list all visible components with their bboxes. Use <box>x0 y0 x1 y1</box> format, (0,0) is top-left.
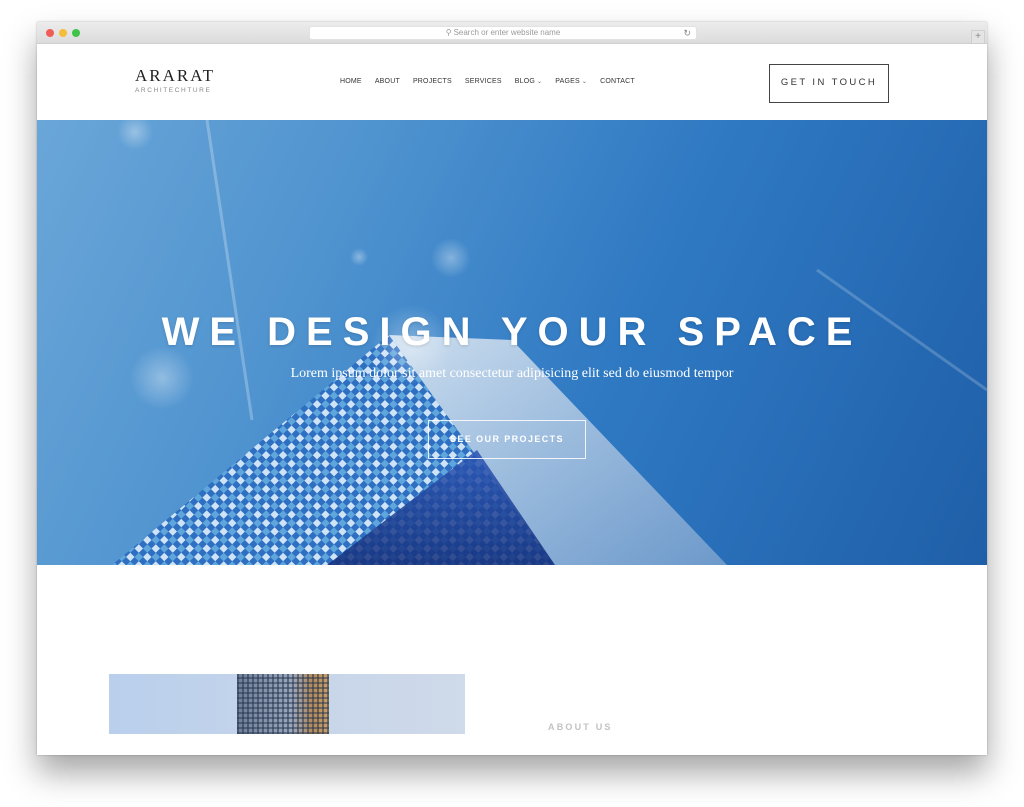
nav-label: HOME <box>340 78 362 85</box>
main-nav: HOME ABOUT PROJECTS SERVICES BLOG ⌄ PAGES… <box>340 78 635 85</box>
address-placeholder: Search or enter website name <box>453 28 561 37</box>
logo[interactable]: ARARAT ARCHITECHTURE <box>135 66 216 95</box>
hero-section: WE DESIGN YOUR SPACE Lorem ipsum dolor s… <box>37 120 987 565</box>
browser-window: ⚲ Search or enter website name ↻ + ARARAT… <box>37 22 987 755</box>
nav-about[interactable]: ABOUT <box>375 78 400 85</box>
nav-blog[interactable]: BLOG ⌄ <box>515 78 543 85</box>
nav-home[interactable]: HOME <box>340 78 362 85</box>
hero-title: WE DESIGN YOUR SPACE <box>161 310 863 354</box>
maximize-window-icon[interactable] <box>72 29 80 37</box>
nav-label: PAGES <box>555 78 580 85</box>
nav-pages[interactable]: PAGES ⌄ <box>555 78 587 85</box>
nav-label: BLOG <box>514 78 536 85</box>
nav-label: ABOUT <box>374 78 400 85</box>
browser-titlebar: ⚲ Search or enter website name ↻ + <box>37 22 987 44</box>
nav-label: SERVICES <box>464 78 502 85</box>
new-tab-button[interactable]: + <box>971 30 985 44</box>
close-window-icon[interactable] <box>46 29 54 37</box>
minimize-window-icon[interactable] <box>59 29 67 37</box>
address-bar[interactable]: ⚲ Search or enter website name ↻ <box>309 26 697 40</box>
hero-subtitle: Lorem ipsum dolor sit amet consectetur a… <box>290 366 734 381</box>
logo-subtitle: ARCHITECHTURE <box>135 87 212 94</box>
reload-icon[interactable]: ↻ <box>683 27 691 39</box>
magnifier-icon: ⚲ <box>445 28 452 37</box>
nav-services[interactable]: SERVICES <box>465 78 502 85</box>
get-in-touch-button[interactable]: GET IN TOUCH <box>769 64 889 103</box>
about-image <box>109 674 465 734</box>
nav-label: CONTACT <box>600 78 635 85</box>
plus-icon: + <box>975 31 981 42</box>
nav-projects[interactable]: PROJECTS <box>413 78 452 85</box>
chevron-down-icon: ⌄ <box>581 79 588 85</box>
nav-label: PROJECTS <box>412 78 452 85</box>
tower-photo <box>237 674 329 734</box>
chevron-down-icon: ⌄ <box>537 79 543 85</box>
see-our-projects-button[interactable]: SEE OUR PROJECTS <box>428 420 586 459</box>
about-section-label: ABOUT US <box>548 722 613 732</box>
logo-title: ARARAT <box>135 66 216 85</box>
site-header: ARARAT ARCHITECHTURE HOME ABOUT PROJECTS… <box>37 44 987 120</box>
nav-contact[interactable]: CONTACT <box>600 78 635 85</box>
